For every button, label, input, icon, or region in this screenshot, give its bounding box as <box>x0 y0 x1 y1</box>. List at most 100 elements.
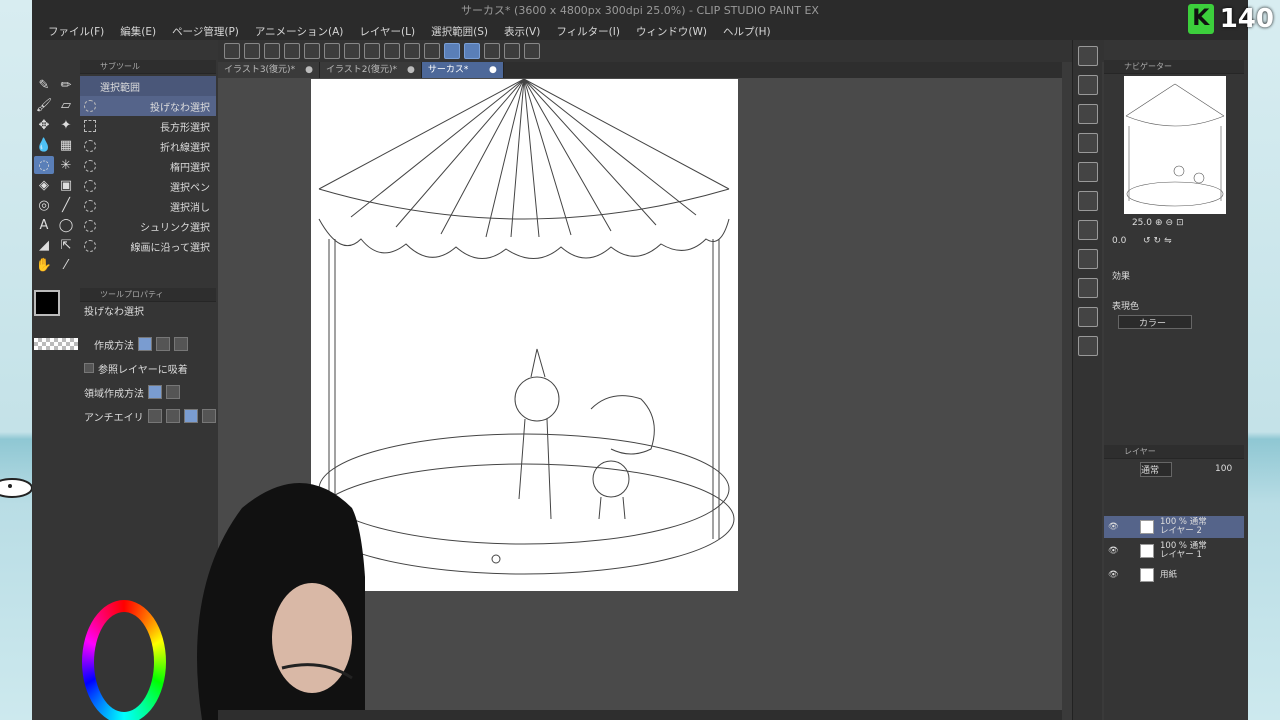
invert-icon[interactable] <box>404 43 420 59</box>
tab-illust3[interactable]: イラスト3(復元)* ● <box>218 62 320 78</box>
checkbox-icon[interactable] <box>84 363 94 373</box>
eye-icon[interactable]: 👁 <box>1108 546 1119 556</box>
zoom-out-icon[interactable]: ⊖ <box>1166 218 1174 228</box>
drawing-paper[interactable] <box>311 79 738 591</box>
add-selection-icon[interactable] <box>156 337 170 351</box>
ruler-snap-icon[interactable] <box>444 43 460 59</box>
text-icon[interactable]: A <box>34 216 54 234</box>
layer-property-icon[interactable] <box>1077 220 1098 240</box>
gradient-icon[interactable]: ▣ <box>56 176 76 194</box>
zoom-in-icon[interactable]: ⊕ <box>1155 218 1163 228</box>
angle-value[interactable]: 0.0 <box>1112 236 1140 246</box>
eyedropper-icon[interactable]: ⁄ <box>56 256 76 274</box>
bucket-icon[interactable]: ◈ <box>34 176 54 194</box>
special-ruler-snap-icon[interactable] <box>464 43 480 59</box>
lasso-icon[interactable]: ◌ <box>34 156 54 174</box>
balloon-icon[interactable]: ◯ <box>56 216 76 234</box>
tab-illust2[interactable]: イラスト2(復元)* ● <box>319 62 422 78</box>
correct-line-icon[interactable]: ⇱ <box>56 236 76 254</box>
aa-medium-icon[interactable] <box>183 409 198 423</box>
menu-file[interactable]: ファイル(F) <box>40 24 112 39</box>
menu-animation[interactable]: アニメーション(A) <box>247 24 351 39</box>
menu-filter[interactable]: フィルター(I) <box>548 24 628 39</box>
pencil-icon[interactable]: ✏ <box>56 76 76 94</box>
hand-icon[interactable]: ✋ <box>34 256 54 274</box>
sparkle-icon[interactable]: ✦ <box>56 116 76 134</box>
brush-icon[interactable]: 🖌 <box>34 96 54 114</box>
pen-icon[interactable]: ✎ <box>34 76 54 94</box>
open-file-icon[interactable] <box>244 43 260 59</box>
transparent-color-swatch[interactable] <box>34 338 78 350</box>
menu-selection[interactable]: 選択範囲(S) <box>423 24 496 39</box>
menu-help[interactable]: ヘルプ(H) <box>715 24 779 39</box>
menu-page[interactable]: ページ管理(P) <box>164 24 247 39</box>
subtool-shrink[interactable]: シュリンク選択 <box>80 216 216 236</box>
clear-icon[interactable] <box>384 43 400 59</box>
main-color-swatch[interactable] <box>34 290 60 316</box>
refer-layer-row[interactable]: 参照レイヤーに吸着 <box>80 356 216 380</box>
search-icon[interactable] <box>1077 75 1098 95</box>
help-icon[interactable] <box>524 43 540 59</box>
close-icon[interactable]: ● <box>489 62 497 78</box>
new-selection-icon[interactable] <box>138 337 152 351</box>
menu-layer[interactable]: レイヤー(L) <box>351 24 423 39</box>
sub-view-icon[interactable] <box>1077 336 1098 356</box>
menu-view[interactable]: 表示(V) <box>496 24 548 39</box>
quick-access-icon[interactable] <box>1077 307 1098 327</box>
opacity-value[interactable]: 100 <box>1215 464 1232 474</box>
tab-circus[interactable]: サーカス* ● <box>421 62 504 78</box>
grid-icon[interactable]: ▦ <box>56 136 76 154</box>
transform-icon[interactable] <box>364 43 380 59</box>
move-icon[interactable]: ✥ <box>34 116 54 134</box>
region-mode-icon[interactable] <box>148 385 162 399</box>
blend-mode-select[interactable]: 通常 <box>1140 461 1172 477</box>
aa-weak-icon[interactable] <box>165 409 180 423</box>
subtool-group-tab[interactable]: 選択範囲 <box>80 76 216 96</box>
settings-icon[interactable] <box>504 43 520 59</box>
frame-icon[interactable]: ◢ <box>34 236 54 254</box>
line-icon[interactable]: ╱ <box>56 196 76 214</box>
redo-icon[interactable] <box>304 43 320 59</box>
history-icon[interactable] <box>1077 191 1098 211</box>
aa-strong-icon[interactable] <box>201 409 216 423</box>
crop-icon[interactable] <box>424 43 440 59</box>
horizontal-scrollbar[interactable] <box>218 710 1062 720</box>
flip-icon[interactable]: ⇋ <box>1164 236 1172 246</box>
figure-icon[interactable]: ◎ <box>34 196 54 214</box>
subtool-select-eraser[interactable]: 選択消し <box>80 196 216 216</box>
close-icon[interactable]: ● <box>407 62 415 78</box>
close-panel-icon[interactable] <box>1077 162 1098 182</box>
menu-edit[interactable]: 編集(E) <box>112 24 164 39</box>
subtool-ellipse[interactable]: 楕円選択 <box>80 156 216 176</box>
zoom-value[interactable]: 25.0 <box>1112 218 1152 228</box>
fit-icon[interactable]: ⊡ <box>1176 218 1184 228</box>
subtool-polyline[interactable]: 折れ線選択 <box>80 136 216 156</box>
layer-row[interactable]: 👁 100 % 通常 レイヤー 1 <box>1104 540 1244 562</box>
magic-wand-icon[interactable]: ✳ <box>56 156 76 174</box>
subtool-rectangle[interactable]: 長方形選択 <box>80 116 216 136</box>
eye-icon[interactable]: 👁 <box>1108 570 1119 580</box>
preview-icon[interactable] <box>1077 133 1098 153</box>
item-bank-icon[interactable] <box>1077 278 1098 298</box>
new-file-icon[interactable] <box>224 43 240 59</box>
fill-icon[interactable] <box>344 43 360 59</box>
navigator-preview[interactable] <box>1124 76 1226 214</box>
undo-icon[interactable] <box>284 43 300 59</box>
region-dropdown-icon[interactable] <box>166 385 180 399</box>
eraser-icon[interactable]: ▱ <box>56 96 76 114</box>
layer-row[interactable]: 👁 用紙 <box>1104 564 1244 586</box>
save-icon[interactable] <box>264 43 280 59</box>
color-wheel[interactable] <box>82 600 166 720</box>
subtool-lasso[interactable]: 投げなわ選択 <box>80 96 216 116</box>
blend-icon[interactable]: 💧 <box>34 136 54 154</box>
material-icon[interactable] <box>1077 104 1098 124</box>
subtract-selection-icon[interactable] <box>174 337 188 351</box>
navigator-toggle-icon[interactable] <box>1077 46 1098 66</box>
aa-none-icon[interactable] <box>147 409 162 423</box>
eye-icon[interactable]: 👁 <box>1108 522 1119 532</box>
grid-snap-icon[interactable] <box>484 43 500 59</box>
auto-action-icon[interactable] <box>1077 249 1098 269</box>
rotate-left-icon[interactable]: ↺ <box>1143 236 1151 246</box>
close-icon[interactable]: ● <box>305 62 313 78</box>
subtool-along-line[interactable]: 線画に沿って選択 <box>80 236 216 256</box>
